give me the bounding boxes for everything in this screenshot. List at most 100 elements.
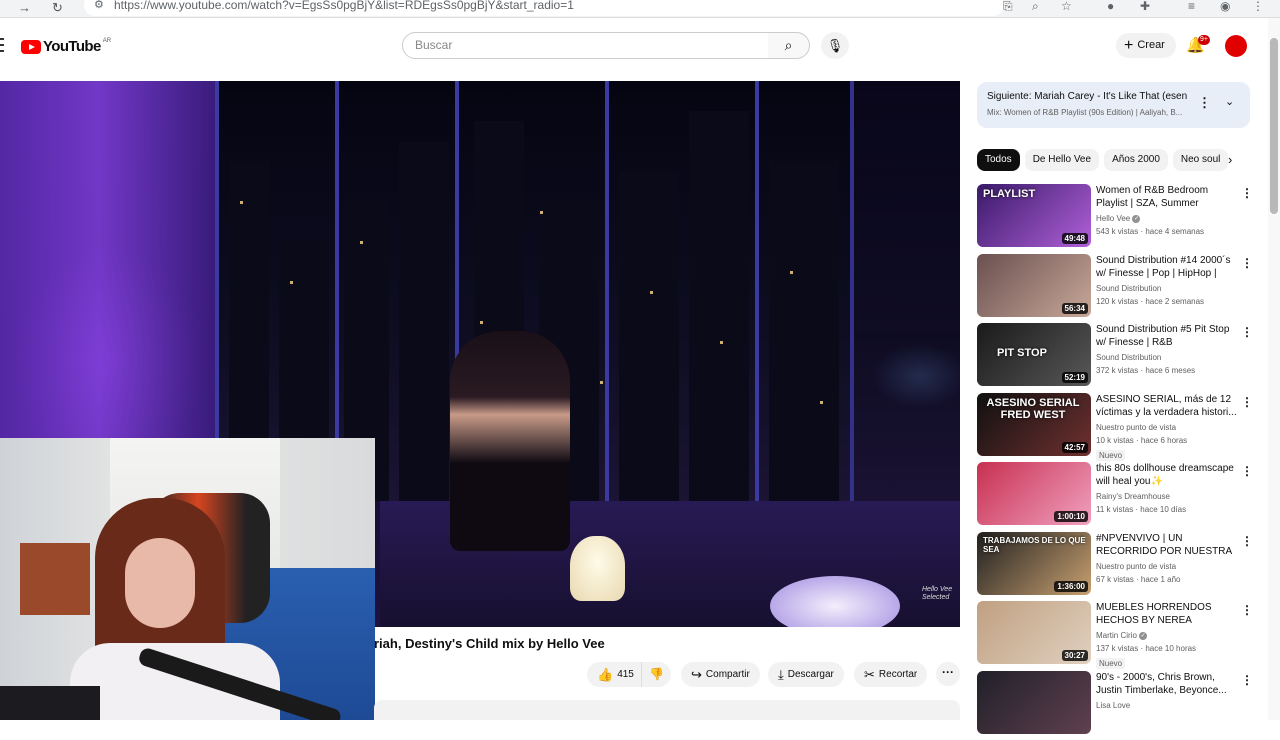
list-item[interactable]: PLAYLIST49:48 Women of R&B Bedroom Playl… xyxy=(977,184,1250,254)
filter-chips: TodosDe Hello VeeAños 2000Neo soul xyxy=(977,149,1250,173)
recommendation-title[interactable]: Sound Distribution #14 2000´s w/ Finesse… xyxy=(1096,254,1238,280)
city-light xyxy=(360,241,363,244)
channel-name[interactable]: Nuestro punto de vista xyxy=(1096,423,1238,432)
view-stats: 11 k vistas · hace 10 días xyxy=(1096,505,1238,514)
download-icon: ⤓ xyxy=(778,667,784,682)
video-thumbnail[interactable] xyxy=(977,671,1091,734)
browser-menu-icon[interactable]: ⋮ xyxy=(1252,0,1264,13)
list-item[interactable]: 56:34 Sound Distribution #14 2000´s w/ F… xyxy=(977,254,1250,324)
dislike-button[interactable]: 👎 xyxy=(641,662,671,687)
install-icon[interactable]: ⎘ xyxy=(1003,0,1013,14)
zoom-icon[interactable]: ⌕ xyxy=(1032,0,1039,14)
video-thumbnail[interactable]: 1:00:10 xyxy=(977,462,1091,525)
channel-name[interactable]: Rainy's Dreamhouse xyxy=(1096,492,1238,501)
city-light xyxy=(540,211,543,214)
youtube-logo[interactable]: YouTube AR xyxy=(21,38,111,55)
recommendation-title[interactable]: this 80s dollhouse dreamscape will heal … xyxy=(1096,462,1238,488)
window-pane xyxy=(605,81,755,501)
chip-de-hello-vee[interactable]: De Hello Vee xyxy=(1025,149,1099,171)
video-thumbnail[interactable]: PLAYLIST49:48 xyxy=(977,184,1091,247)
more-horizontal-icon: ··· xyxy=(942,665,954,679)
recommendation-title[interactable]: #NPVENVIVO | UN RECORRIDO POR NUESTRA VI… xyxy=(1096,532,1238,558)
more-vertical-icon[interactable]: ⋮ xyxy=(1241,603,1253,617)
duration-badge: 56:34 xyxy=(1062,303,1088,314)
list-item[interactable]: 1:00:10 this 80s dollhouse dreamscape wi… xyxy=(977,462,1250,532)
more-vertical-icon[interactable]: ⋮ xyxy=(1241,534,1253,548)
chevron-down-icon[interactable]: ⌄ xyxy=(1225,95,1234,108)
scrollbar-thumb[interactable] xyxy=(1270,38,1278,214)
more-actions-button[interactable]: ··· xyxy=(936,662,960,686)
create-label: Crear xyxy=(1137,39,1165,51)
chip-todos[interactable]: Todos xyxy=(977,149,1020,171)
duration-badge: 42:57 xyxy=(1062,442,1088,453)
recommendation-title[interactable]: ASESINO SERIAL, más de 12 víctimas y la … xyxy=(1096,393,1238,419)
city-light xyxy=(820,401,823,404)
clip-button[interactable]: ✂Recortar xyxy=(854,662,927,687)
chip-neo-soul[interactable]: Neo soul xyxy=(1173,149,1228,171)
thumbnail-text: PIT STOP xyxy=(997,347,1047,359)
address-bar[interactable]: ⚙ https://www.youtube.com/watch?v=EgsSs0… xyxy=(84,0,1004,16)
video-thumbnail[interactable]: TRABAJAMOS DE LO QUE SEA1:36:00 xyxy=(977,532,1091,595)
search-input[interactable]: Buscar xyxy=(402,32,769,59)
voice-search-button[interactable]: 🎙 xyxy=(821,32,849,59)
like-button[interactable]: 👍415 xyxy=(587,662,641,687)
description-box[interactable] xyxy=(374,700,960,720)
channel-name[interactable]: Lisa Love xyxy=(1096,701,1238,710)
recommendation-title[interactable]: Women of R&B Bedroom Playlist | SZA, Sum… xyxy=(1096,184,1238,210)
extensions-puzzle-icon[interactable]: ✚ xyxy=(1140,0,1150,13)
thumbnail-text: TRABAJAMOS DE LO QUE SEA xyxy=(983,536,1088,554)
channel-name[interactable]: Sound Distribution xyxy=(1096,353,1238,362)
view-stats: 372 k vistas · hace 6 meses xyxy=(1096,366,1238,375)
playlist-next-panel[interactable]: Siguiente: Mariah Carey - It's Like That… xyxy=(977,82,1250,128)
bookmark-star-icon[interactable]: ☆ xyxy=(1061,0,1072,13)
webcam-overlay xyxy=(0,438,375,720)
more-vertical-icon[interactable]: ⋮ xyxy=(1198,95,1211,111)
chip-anos-2000[interactable]: Años 2000 xyxy=(1104,149,1168,171)
share-button[interactable]: ↪Compartir xyxy=(681,662,760,687)
video-thumbnail[interactable]: PIT STOP52:19 xyxy=(977,323,1091,386)
list-item[interactable]: PIT STOP52:19 Sound Distribution #5 Pit … xyxy=(977,323,1250,393)
video-thumbnail[interactable]: ASESINO SERIAL FRED WEST42:57 xyxy=(977,393,1091,456)
city-light xyxy=(480,321,483,324)
more-vertical-icon[interactable]: ⋮ xyxy=(1241,186,1253,200)
list-item[interactable]: ASESINO SERIAL FRED WEST42:57 ASESINO SE… xyxy=(977,393,1250,463)
recommendation-title[interactable]: MUEBLES HORRENDOS HECHOS BY NEREA xyxy=(1096,601,1238,627)
youtube-header: YouTube AR Buscar ⌕ 🎙 +Crear 🔔 9+ xyxy=(0,18,1268,74)
download-button[interactable]: ⤓Descargar xyxy=(768,662,844,687)
forward-icon[interactable]: → xyxy=(18,0,31,15)
list-item[interactable]: 30:27 MUEBLES HORRENDOS HECHOS BY NEREA M… xyxy=(977,601,1250,671)
menu-icon[interactable] xyxy=(0,38,4,52)
city-light xyxy=(290,281,293,284)
more-vertical-icon[interactable]: ⋮ xyxy=(1241,325,1253,339)
keyboard xyxy=(0,686,100,720)
chevron-right-icon[interactable]: › xyxy=(1228,152,1232,167)
more-vertical-icon[interactable]: ⋮ xyxy=(1241,464,1253,478)
recommendation-title[interactable]: Sound Distribution #5 Pit Stop w/ Finess… xyxy=(1096,323,1238,349)
recommendation-title[interactable]: 90's - 2000's, Chris Brown, Justin Timbe… xyxy=(1096,671,1238,697)
account-avatar[interactable] xyxy=(1225,35,1247,57)
more-vertical-icon[interactable]: ⋮ xyxy=(1241,673,1253,687)
list-item[interactable]: 90's - 2000's, Chris Brown, Justin Timbe… xyxy=(977,671,1250,740)
video-thumbnail[interactable]: 30:27 xyxy=(977,601,1091,664)
channel-name[interactable]: Hello Vee xyxy=(1096,214,1130,223)
page-scrollbar[interactable] xyxy=(1268,18,1280,720)
channel-name[interactable]: Sound Distribution xyxy=(1096,284,1238,293)
verified-icon: ✓ xyxy=(1132,215,1140,223)
dj-performer xyxy=(450,331,570,551)
more-vertical-icon[interactable]: ⋮ xyxy=(1241,256,1253,270)
reload-icon[interactable]: ↻ xyxy=(52,0,63,16)
media-control-icon[interactable]: ≡ xyxy=(1188,0,1195,13)
site-info-icon[interactable]: ⚙ xyxy=(94,0,104,16)
profile-icon[interactable]: ◉ xyxy=(1220,0,1230,13)
video-thumbnail[interactable]: 56:34 xyxy=(977,254,1091,317)
view-stats: 137 k vistas · hace 10 horas xyxy=(1096,644,1238,653)
extension-icon[interactable]: ● xyxy=(1107,0,1114,13)
channel-name[interactable]: Martin Cirio xyxy=(1096,631,1137,640)
city-light xyxy=(240,201,243,204)
search-button[interactable]: ⌕ xyxy=(768,32,810,59)
city-light xyxy=(650,291,653,294)
list-item[interactable]: TRABAJAMOS DE LO QUE SEA1:36:00 #NPVENVI… xyxy=(977,532,1250,602)
more-vertical-icon[interactable]: ⋮ xyxy=(1241,395,1253,409)
create-button[interactable]: +Crear xyxy=(1116,33,1176,58)
channel-name[interactable]: Nuestro punto de vista xyxy=(1096,562,1238,571)
